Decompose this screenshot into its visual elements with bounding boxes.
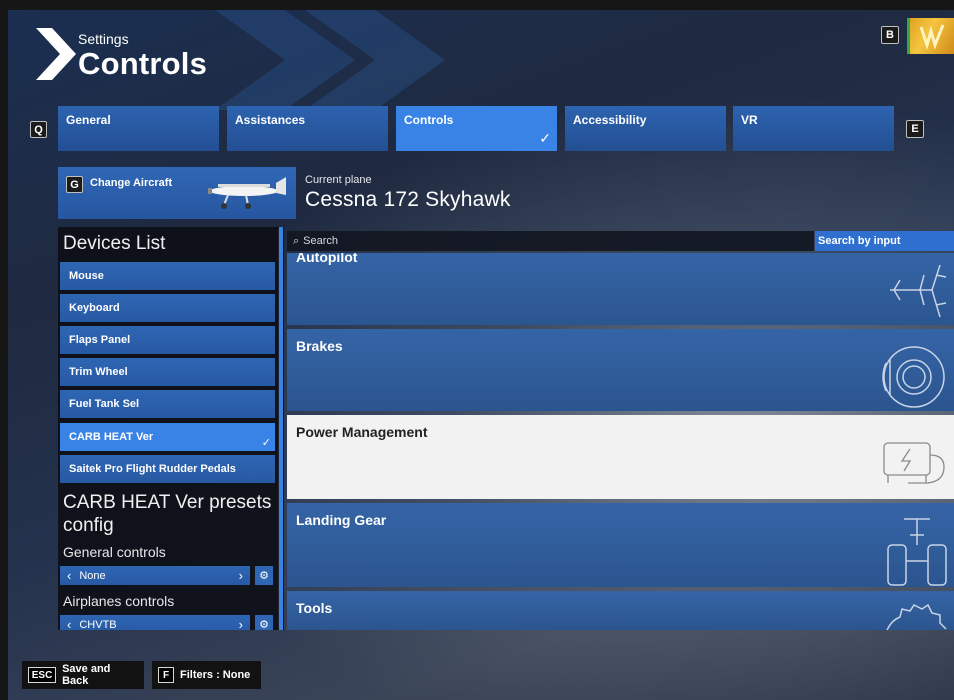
devices-list-title: Devices List xyxy=(63,233,166,254)
general-controls-selector[interactable]: ‹ None › xyxy=(60,566,250,585)
plane-icon xyxy=(208,177,286,209)
decorative-chevrons-icon xyxy=(215,10,445,110)
settings-screen: Settings Controls B Q General Assistance… xyxy=(0,0,954,700)
tab-label: VR xyxy=(741,113,758,127)
checkmark-icon: ✓ xyxy=(261,437,271,449)
header-supertitle: Settings xyxy=(78,31,129,47)
key-b-hint[interactable]: B xyxy=(881,26,899,44)
airplane-icon xyxy=(890,264,947,318)
chevron-logo-icon xyxy=(36,28,76,80)
gear-icon: ⚙ xyxy=(259,570,269,582)
device-item-keyboard[interactable]: Keyboard xyxy=(60,294,275,322)
gear-icon: ⚙ xyxy=(259,619,269,630)
current-plane-value: Cessna 172 Skyhawk xyxy=(305,188,511,211)
chevron-right-icon[interactable]: › xyxy=(239,568,243,583)
category-landing-gear[interactable]: Landing Gear xyxy=(287,503,954,587)
tab-label: Accessibility xyxy=(573,113,647,127)
tab-next-key-e[interactable]: E xyxy=(906,120,924,138)
gear-icon xyxy=(886,603,947,630)
change-aircraft-label: Change Aircraft xyxy=(90,177,173,189)
general-controls-settings-button[interactable]: ⚙ xyxy=(255,566,273,585)
device-item-rudder-pedals[interactable]: Saitek Pro Flight Rudder Pedals xyxy=(60,455,275,483)
device-item-trim-wheel[interactable]: Trim Wheel xyxy=(60,358,275,386)
landing-gear-icon xyxy=(887,518,947,586)
chevron-left-icon[interactable]: ‹ xyxy=(67,617,71,630)
device-label: Keyboard xyxy=(69,302,120,314)
change-aircraft-button[interactable]: G Change Aircraft xyxy=(58,167,296,219)
category-label: Autopilot xyxy=(296,253,358,265)
tab-controls[interactable]: Controls ✓ xyxy=(396,106,557,151)
filters-label: Filters : None xyxy=(180,669,251,681)
tab-assistances[interactable]: Assistances xyxy=(227,106,388,151)
category-label: Tools xyxy=(296,600,333,616)
category-label: Power Management xyxy=(296,424,428,440)
airplanes-controls-settings-button[interactable]: ⚙ xyxy=(255,615,273,630)
save-and-back-label: Save and Back xyxy=(62,663,111,687)
search-input[interactable]: ⌕ Search xyxy=(287,231,814,251)
battery-icon xyxy=(883,442,945,484)
device-label: Fuel Tank Sel xyxy=(69,398,140,410)
airplanes-controls-value: CHVTB xyxy=(79,618,117,631)
page-title: Controls xyxy=(78,46,208,81)
tab-label: Assistances xyxy=(235,113,306,127)
airplanes-controls-selector[interactable]: ‹ CHVTB › xyxy=(60,615,250,630)
avatar[interactable] xyxy=(907,18,954,54)
profile-emblem-icon xyxy=(919,24,945,51)
device-item-fuel-tank-sel[interactable]: Fuel Tank Sel xyxy=(60,390,275,418)
device-label: Trim Wheel xyxy=(69,366,128,378)
device-label: Saitek Pro Flight Rudder Pedals xyxy=(69,463,236,475)
left-border xyxy=(0,0,8,700)
chevron-left-icon[interactable]: ‹ xyxy=(67,568,71,583)
chevron-right-icon[interactable]: › xyxy=(239,617,243,630)
search-by-input-button[interactable]: Search by input xyxy=(815,231,954,251)
tab-prev-key-q[interactable]: Q xyxy=(30,121,47,138)
presets-config-title: CARB HEAT Ver presets config xyxy=(63,492,272,536)
device-label: Flaps Panel xyxy=(69,334,131,346)
tab-accessibility[interactable]: Accessibility xyxy=(565,106,726,151)
checkmark-icon: ✓ xyxy=(539,130,551,146)
top-border xyxy=(0,0,954,10)
category-label: Landing Gear xyxy=(296,512,387,528)
device-item-mouse[interactable]: Mouse xyxy=(60,262,275,290)
device-item-flaps-panel[interactable]: Flaps Panel xyxy=(60,326,275,354)
search-placeholder: Search xyxy=(303,235,339,247)
tab-label: Controls xyxy=(404,113,454,127)
panel-divider xyxy=(279,227,283,630)
category-autopilot[interactable]: Autopilot xyxy=(287,253,954,325)
save-and-back-button[interactable]: ESC Save and Back xyxy=(22,661,144,689)
device-label: Mouse xyxy=(69,270,104,282)
category-tools[interactable]: Tools xyxy=(287,591,954,630)
airplanes-controls-label: Airplanes controls xyxy=(63,593,175,609)
tab-label: General xyxy=(66,113,111,127)
current-plane-label: Current plane xyxy=(305,174,372,186)
general-controls-value: None xyxy=(79,569,106,582)
key-esc-hint: ESC xyxy=(28,667,57,683)
category-label: Brakes xyxy=(296,338,343,354)
key-f-hint: F xyxy=(158,667,174,683)
device-item-carb-heat-ver[interactable]: CARB HEAT Ver ✓ xyxy=(60,423,275,451)
device-label: CARB HEAT Ver xyxy=(69,431,154,443)
general-controls-label: General controls xyxy=(63,544,166,560)
category-power-management[interactable]: Power Management xyxy=(287,415,954,499)
search-icon: ⌕ xyxy=(293,234,300,247)
devices-panel: Devices List Mouse Keyboard Flaps Panel … xyxy=(58,227,284,630)
tab-vr[interactable]: VR xyxy=(733,106,894,151)
key-g-hint: G xyxy=(66,176,83,193)
tab-general[interactable]: General xyxy=(58,106,219,151)
category-brakes[interactable]: Brakes xyxy=(287,329,954,411)
brake-disc-icon xyxy=(882,346,945,408)
filters-button[interactable]: F Filters : None xyxy=(152,661,261,689)
